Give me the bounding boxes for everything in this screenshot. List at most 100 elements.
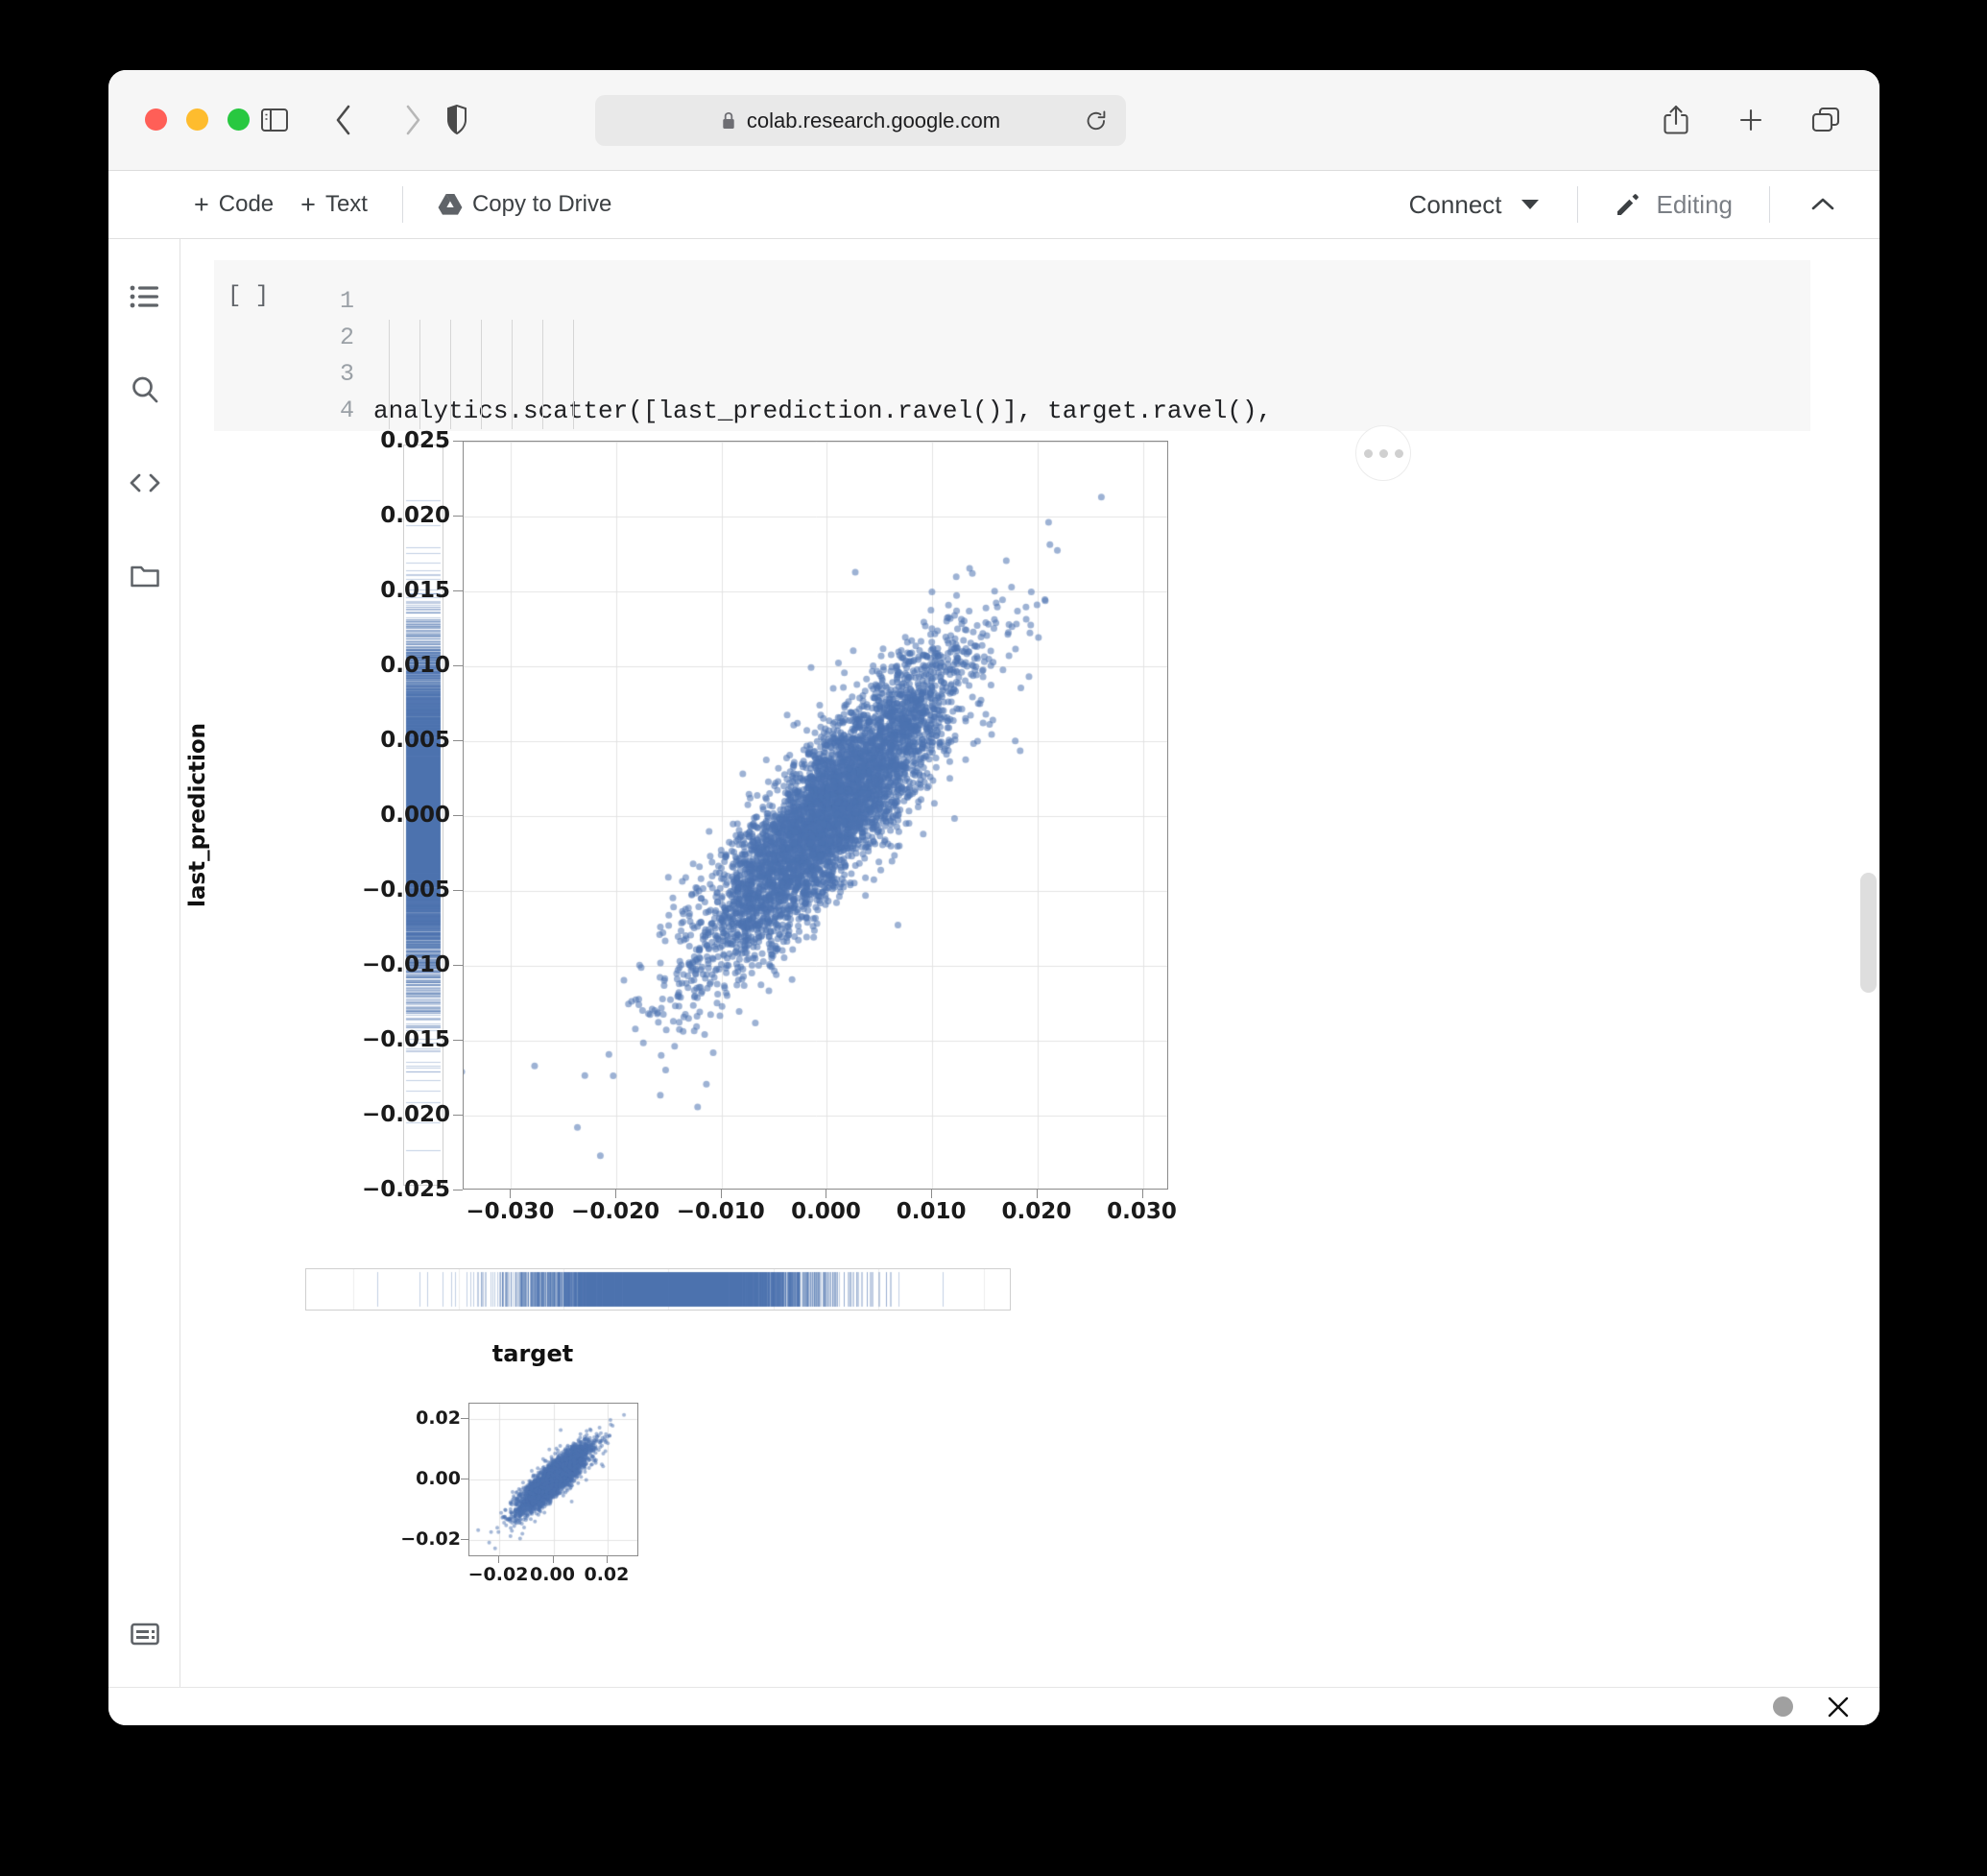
chevron-up-icon bbox=[1808, 195, 1837, 214]
notebook-body: [ ] 1 2 3 4 bbox=[108, 239, 1879, 1687]
code-editor[interactable]: analytics.scatter([last_prediction.ravel… bbox=[354, 260, 1810, 431]
vertical-scrollbar[interactable] bbox=[1858, 239, 1879, 1687]
y-tick-mark bbox=[453, 516, 463, 517]
x-rug-canvas bbox=[306, 1269, 1010, 1310]
code-brackets-icon bbox=[129, 471, 161, 494]
plus-icon: + bbox=[194, 192, 209, 218]
browser-navigation bbox=[253, 99, 434, 141]
small-y-tick-mark bbox=[461, 1418, 468, 1419]
small-x-tick-label: 0.02 bbox=[584, 1564, 629, 1585]
cell-run-button[interactable]: [ ] bbox=[214, 260, 300, 431]
cell-output-figure: last_prediction 0.0250.0200.0150.0100.00… bbox=[180, 441, 1777, 1660]
copy-to-drive-button[interactable]: Copy to Drive bbox=[424, 171, 625, 238]
main-scatter-chart: 0.0250.0200.0150.0100.0050.000−0.005−0.0… bbox=[463, 441, 1168, 1190]
maximize-window-button[interactable] bbox=[227, 108, 250, 131]
tab-overview-icon[interactable] bbox=[1805, 99, 1847, 141]
privacy-shield-icon[interactable] bbox=[436, 99, 478, 141]
chevron-down-icon bbox=[1520, 198, 1541, 211]
y-tick-label: 0.010 bbox=[380, 653, 450, 678]
bottom-status-bar bbox=[108, 1687, 1879, 1725]
add-code-cell-button[interactable]: + Code bbox=[180, 171, 287, 238]
y-tick-mark bbox=[453, 740, 463, 741]
browser-actions bbox=[1655, 99, 1847, 141]
x-tick-mark bbox=[1037, 1190, 1038, 1198]
x-tick-label: −0.030 bbox=[466, 1199, 554, 1224]
lock-icon bbox=[721, 111, 736, 131]
status-dot bbox=[1773, 1696, 1793, 1717]
y-tick-label: 0.000 bbox=[380, 803, 450, 828]
y-tick-mark bbox=[453, 1190, 463, 1191]
colab-toolbar: + Code + Text Copy to Drive bbox=[108, 171, 1879, 239]
code-cell[interactable]: [ ] 1 2 3 4 bbox=[214, 260, 1810, 431]
run-indicator: [ ] bbox=[227, 283, 269, 309]
close-window-button[interactable] bbox=[145, 108, 167, 131]
x-tick-mark bbox=[510, 1190, 511, 1198]
search-icon bbox=[130, 374, 160, 405]
browser-titlebar: colab.research.google.com bbox=[108, 70, 1879, 171]
plus-icon: + bbox=[300, 192, 316, 218]
x-tick-mark bbox=[1142, 1190, 1143, 1198]
add-code-label: Code bbox=[219, 191, 274, 218]
x-marginal-rug-plot bbox=[305, 1268, 1011, 1311]
y-tick-mark bbox=[453, 965, 463, 966]
sidebar-item-terminal[interactable] bbox=[108, 1598, 180, 1670]
indent-guides bbox=[373, 320, 553, 429]
y-tick-mark bbox=[453, 665, 463, 666]
x-tick-mark bbox=[931, 1190, 932, 1198]
sidebar-item-code-snippets[interactable] bbox=[108, 446, 180, 518]
small-x-tick-mark bbox=[498, 1556, 499, 1563]
scrollbar-thumb[interactable] bbox=[1860, 873, 1877, 993]
sidebar-item-files[interactable] bbox=[108, 540, 180, 612]
y-tick-mark bbox=[453, 1115, 463, 1116]
small-y-tick-label: 0.02 bbox=[416, 1407, 461, 1429]
y-tick-label: −0.005 bbox=[362, 878, 450, 902]
back-arrow-icon[interactable] bbox=[323, 99, 365, 141]
toolbar-left-group: + Code + Text Copy to Drive bbox=[180, 171, 625, 238]
line-number: 3 bbox=[300, 356, 354, 393]
line-number: 1 bbox=[300, 283, 354, 320]
pencil-icon bbox=[1615, 191, 1641, 218]
y-tick-mark bbox=[453, 441, 463, 442]
forward-arrow-icon[interactable] bbox=[392, 99, 434, 141]
reload-icon[interactable] bbox=[1084, 108, 1109, 133]
collapse-toolbar-button[interactable] bbox=[1791, 171, 1855, 238]
terminal-icon bbox=[130, 1622, 160, 1647]
y-tick-label: −0.010 bbox=[362, 952, 450, 977]
toolbar-divider bbox=[402, 186, 403, 223]
sidebar-item-table-of-contents[interactable] bbox=[108, 260, 180, 332]
plot-area bbox=[463, 441, 1168, 1190]
plus-icon[interactable] bbox=[1730, 99, 1772, 141]
y-tick-label: 0.025 bbox=[380, 428, 450, 453]
x-tick-label: 0.010 bbox=[897, 1199, 967, 1224]
add-text-label: Text bbox=[325, 191, 368, 218]
editing-label: Editing bbox=[1657, 190, 1734, 220]
connect-label: Connect bbox=[1409, 190, 1502, 220]
notebook-scroll-area[interactable]: [ ] 1 2 3 4 bbox=[180, 239, 1879, 1687]
google-drive-icon bbox=[438, 193, 463, 216]
share-icon[interactable] bbox=[1655, 99, 1697, 141]
address-bar[interactable]: colab.research.google.com bbox=[595, 95, 1126, 146]
add-text-cell-button[interactable]: + Text bbox=[287, 171, 381, 238]
small-y-tick-label: −0.02 bbox=[400, 1528, 461, 1550]
sidebar-item-search[interactable] bbox=[108, 353, 180, 425]
code-line-1: analytics.scatter([last_prediction.ravel… bbox=[373, 393, 1810, 429]
small-x-tick-label: −0.02 bbox=[468, 1564, 529, 1585]
x-tick-mark bbox=[721, 1190, 722, 1198]
line-number-gutter: 1 2 3 4 bbox=[300, 260, 354, 431]
small-x-tick-mark bbox=[553, 1556, 554, 1563]
small-scatter-chart: 0.020.00−0.02−0.020.000.02 bbox=[351, 1403, 639, 1633]
y-tick-label: −0.020 bbox=[362, 1102, 450, 1127]
y-tick-label: 0.020 bbox=[380, 503, 450, 528]
minimize-window-button[interactable] bbox=[186, 108, 208, 131]
y-tick-mark bbox=[453, 1040, 463, 1041]
y-tick-label: 0.005 bbox=[380, 728, 450, 753]
small-y-tick-label: 0.00 bbox=[416, 1468, 461, 1489]
editing-status-button[interactable]: Editing bbox=[1599, 171, 1749, 238]
y-tick-mark bbox=[453, 815, 463, 816]
sidebar-toggle-icon[interactable] bbox=[253, 99, 296, 141]
connect-button[interactable]: Connect bbox=[1394, 171, 1556, 238]
copy-to-drive-label: Copy to Drive bbox=[472, 191, 611, 218]
close-icon[interactable] bbox=[1826, 1695, 1851, 1720]
x-tick-label: 0.020 bbox=[1001, 1199, 1071, 1224]
small-x-tick-mark bbox=[607, 1556, 608, 1563]
